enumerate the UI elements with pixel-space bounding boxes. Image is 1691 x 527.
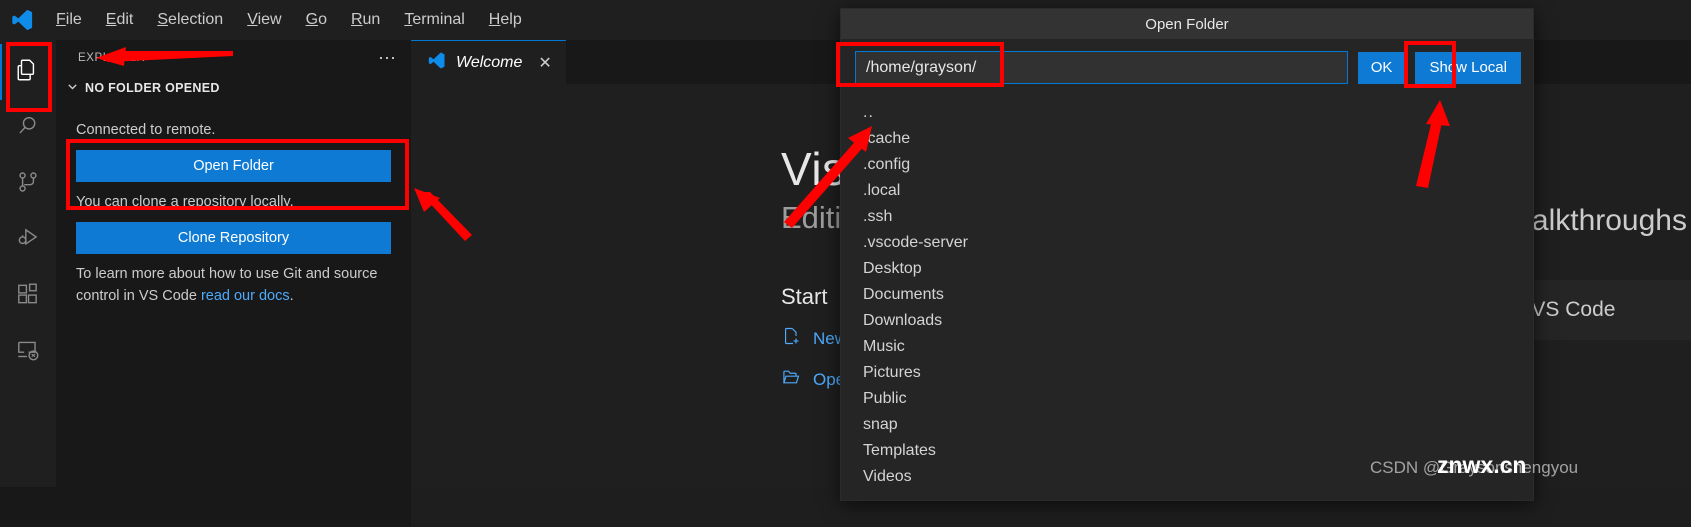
side-bar: EXPLORER ⋯ NO FOLDER OPENED Connected to… (56, 40, 411, 487)
docs-hint-suffix: . (289, 288, 294, 305)
menu-items: File Edit Selection View Go Run Terminal… (44, 7, 534, 33)
activity-item-search[interactable] (0, 100, 56, 156)
list-item[interactable]: Desktop (841, 256, 1533, 282)
dialog-title: Open Folder (841, 9, 1533, 39)
list-item[interactable]: .config (841, 152, 1533, 178)
source-control-icon (15, 169, 41, 200)
list-item[interactable]: .. (841, 100, 1533, 126)
open-folder-dialog: Open Folder OK Show Local .. .cache .con… (840, 8, 1534, 501)
open-folder-button[interactable]: Open Folder (76, 150, 391, 183)
ok-button[interactable]: OK (1357, 51, 1406, 84)
list-item[interactable]: snap (841, 412, 1533, 438)
list-item[interactable]: .cache (841, 126, 1533, 152)
vscode-logo-icon (427, 51, 446, 75)
ellipsis-icon[interactable]: ⋯ (378, 49, 397, 67)
chevron-down-icon (64, 81, 80, 95)
activity-item-explorer[interactable] (0, 44, 56, 100)
menu-item-terminal[interactable]: Terminal (392, 7, 476, 33)
activity-item-remote-explorer[interactable] (0, 324, 56, 380)
search-icon (15, 113, 41, 144)
remote-explorer-icon (15, 337, 41, 368)
menu-item-file-label-rest: ile (65, 11, 82, 28)
list-item[interactable]: .local (841, 178, 1533, 204)
new-file-icon (781, 326, 801, 351)
bottom-strip-sidebar-segment (0, 487, 411, 527)
list-item[interactable]: Documents (841, 282, 1533, 308)
tab-welcome[interactable]: Welcome ✕ (411, 40, 566, 84)
path-input[interactable] (855, 51, 1348, 84)
menu-item-run[interactable]: Run (339, 7, 392, 33)
menu-item-help[interactable]: Help (477, 7, 534, 33)
menu-item-selection[interactable]: Selection (145, 7, 235, 33)
open-file-icon (781, 367, 801, 392)
menu-item-file[interactable]: File (44, 7, 94, 33)
folder-list[interactable]: .. .cache .config .local .ssh .vscode-se… (841, 96, 1533, 500)
clone-hint-text: You can clone a repository locally. (76, 194, 294, 211)
vscode-logo-icon (0, 0, 44, 40)
read-our-docs-link[interactable]: read our docs (201, 288, 290, 304)
list-item[interactable]: .vscode-server (841, 230, 1533, 256)
sidebar-section-no-folder[interactable]: NO FOLDER OPENED (56, 76, 411, 100)
activity-item-source-control[interactable] (0, 156, 56, 212)
sidebar-header: EXPLORER ⋯ (56, 40, 411, 76)
no-folder-panel: Connected to remote. Open Folder You can… (56, 100, 411, 307)
connected-to-remote-text: Connected to remote. (76, 122, 216, 138)
run-debug-icon (15, 225, 41, 256)
activity-item-run-and-debug[interactable] (0, 212, 56, 268)
activity-bar (0, 40, 56, 487)
sidebar-title: EXPLORER (78, 52, 146, 64)
znwx-watermark: znwx.cn (1437, 452, 1527, 478)
menu-item-view[interactable]: View (235, 7, 293, 33)
vscode-window: File Edit Selection View Go Run Terminal… (0, 0, 1691, 527)
show-local-button[interactable]: Show Local (1415, 51, 1521, 84)
extensions-icon (15, 281, 41, 312)
list-item[interactable]: Pictures (841, 360, 1533, 386)
menu-item-edit[interactable]: Edit (94, 7, 146, 33)
list-item[interactable]: Public (841, 386, 1533, 412)
files-icon (15, 57, 41, 88)
clone-repository-button[interactable]: Clone Repository (76, 222, 391, 255)
list-item[interactable]: Downloads (841, 308, 1533, 334)
activity-item-extensions[interactable] (0, 268, 56, 324)
menu-item-go[interactable]: Go (294, 7, 339, 33)
list-item[interactable]: .ssh (841, 204, 1533, 230)
docs-hint-text: To learn more about how to use Git and s… (76, 263, 391, 307)
close-icon[interactable]: ✕ (538, 53, 551, 73)
sidebar-section-label: NO FOLDER OPENED (85, 81, 220, 95)
dialog-path-row: OK Show Local (841, 39, 1533, 96)
list-item[interactable]: Music (841, 334, 1533, 360)
tab-label: Welcome (456, 53, 523, 71)
